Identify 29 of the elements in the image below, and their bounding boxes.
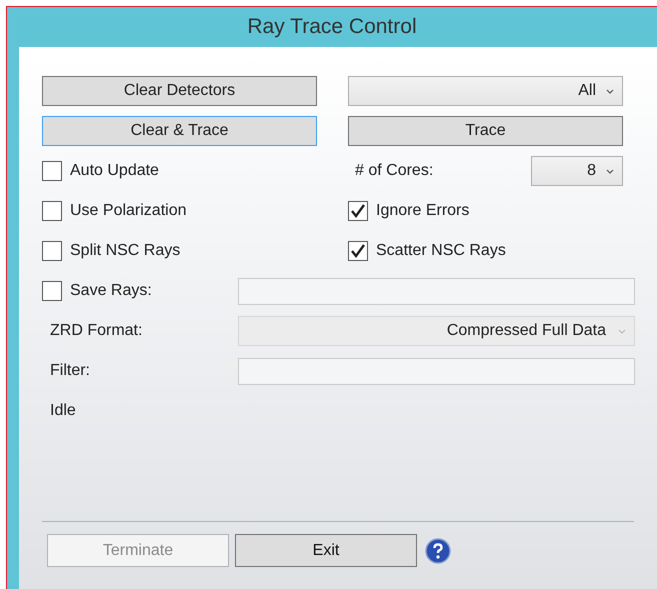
checkbox[interactable] [42, 281, 62, 301]
checkbox[interactable] [348, 241, 368, 261]
checkbox[interactable] [348, 201, 368, 221]
save-rays-field[interactable] [238, 278, 635, 304]
caret-icon [618, 328, 626, 334]
detector-dropdown[interactable]: All [348, 76, 623, 106]
status-text: Idle [50, 402, 76, 420]
caret-icon [606, 168, 614, 174]
clear-detectors-button[interactable]: Clear Detectors [42, 76, 317, 106]
filter-label: Filter: [49, 362, 91, 380]
checkbox[interactable] [42, 241, 62, 261]
exit-button[interactable]: Exit [235, 534, 417, 567]
help-icon[interactable] [425, 538, 451, 564]
checkbox-label: Use Polarization [70, 202, 186, 220]
checkbox-label: Scatter NSC Rays [376, 242, 506, 260]
window-title: Ray Trace Control [247, 15, 417, 39]
cores-dropdown[interactable]: 8 [531, 156, 623, 186]
checkbox[interactable] [42, 201, 62, 221]
checkbox-label: Split NSC Rays [70, 242, 180, 260]
trace-button[interactable]: Trace [348, 116, 623, 146]
zrd-format-label: ZRD Format: [49, 322, 144, 340]
checkbox-label: Save Rays: [70, 282, 152, 300]
caret-icon [606, 88, 614, 94]
checkbox[interactable] [42, 161, 62, 181]
cores-label: # of Cores: [355, 162, 434, 180]
filter-field[interactable] [238, 358, 635, 384]
clear-trace-button[interactable]: Clear & Trace [42, 116, 317, 146]
checkbox-label: Auto Update [70, 162, 159, 180]
checkbox-label: Ignore Errors [376, 202, 470, 220]
